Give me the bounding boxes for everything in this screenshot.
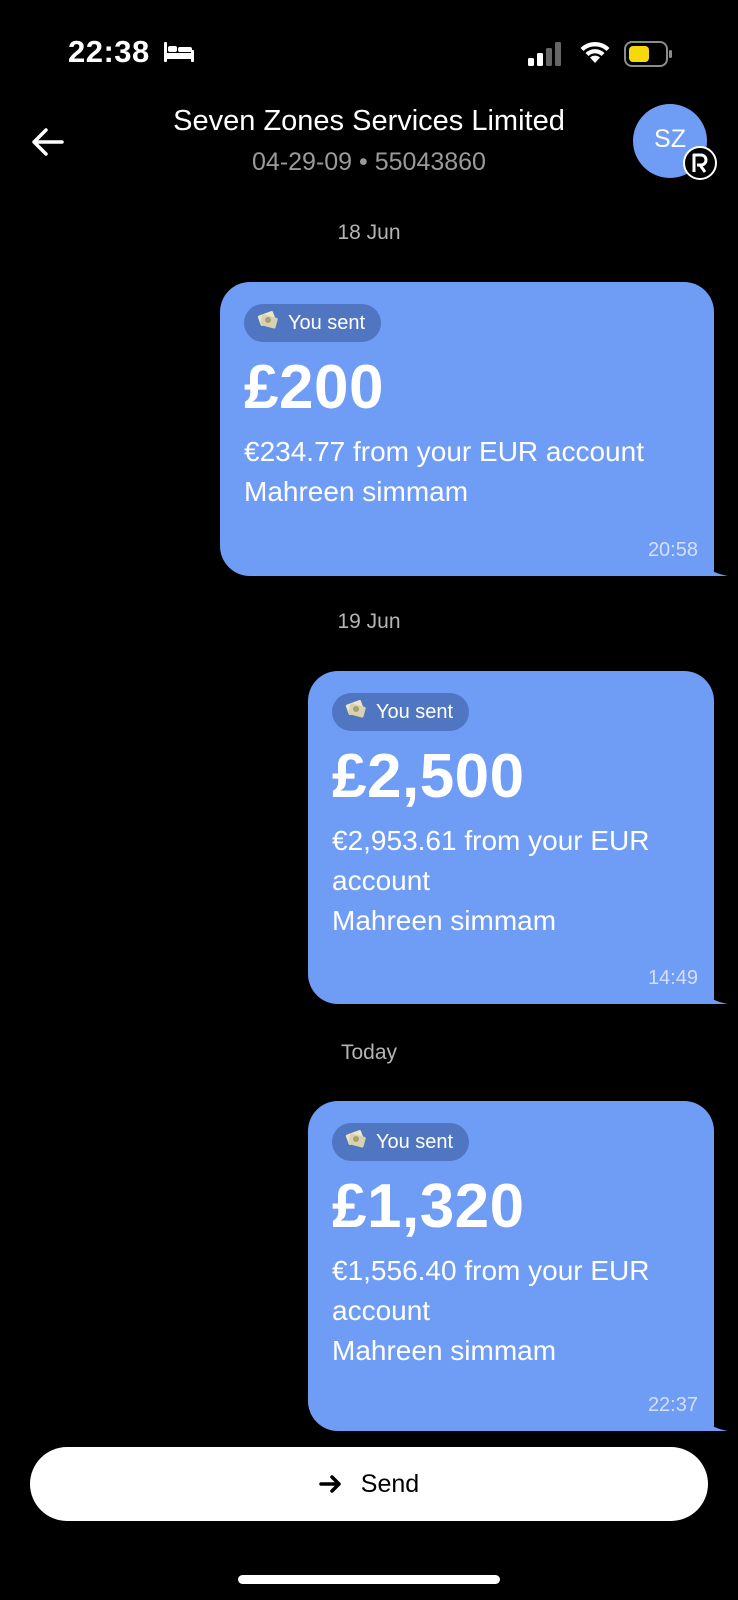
battery-icon <box>624 41 674 72</box>
send-label: Send <box>360 1469 420 1498</box>
transfer-details: €1,556.40 from your EUR account Mahreen … <box>332 1251 690 1371</box>
detail-line: Mahreen simmam <box>244 476 469 508</box>
amount: £2,500 <box>332 742 525 811</box>
detail-line: €1,556.40 from your EUR <box>332 1255 650 1287</box>
bed-icon <box>163 40 195 69</box>
message-time: 14:49 <box>647 967 698 989</box>
pill-label: You sent <box>376 1130 454 1153</box>
message-bubble[interactable]: You sent £2,500 €2,953.61 from your EUR … <box>308 671 728 1004</box>
revolut-r-icon <box>683 146 717 180</box>
bubble-tail <box>698 982 728 1004</box>
account-details: 04-29-09 • 55043860 <box>252 148 486 176</box>
detail-line: account <box>332 1295 431 1327</box>
detail-line: €2,953.61 from your EUR <box>332 825 650 857</box>
message-time: 20:58 <box>647 539 698 561</box>
date-separator: 19 Jun <box>337 610 401 633</box>
detail-line: account <box>332 865 431 897</box>
date-separator: Today <box>340 1041 398 1064</box>
wifi-icon <box>578 39 612 70</box>
send-button[interactable]: Send <box>30 1447 708 1521</box>
you-sent-pill: You sent <box>332 693 470 731</box>
signal-icon <box>528 42 564 71</box>
message-time: 22:37 <box>647 1394 698 1416</box>
money-icon <box>256 308 280 338</box>
pill-label: You sent <box>288 311 366 334</box>
status-time: 22:38 <box>68 34 150 69</box>
amount: £1,320 <box>332 1172 525 1241</box>
home-indicator[interactable] <box>238 1575 500 1584</box>
bubble-tail <box>698 554 728 576</box>
you-sent-pill: You sent <box>244 304 382 342</box>
avatar-initials: SZ <box>654 124 686 153</box>
transfer-details: €234.77 from your EUR account Mahreen si… <box>244 432 690 512</box>
detail-line: €234.77 from your EUR account <box>244 436 644 468</box>
transfer-details: €2,953.61 from your EUR account Mahreen … <box>332 821 690 941</box>
message-bubble[interactable]: You sent £1,320 €1,556.40 from your EUR … <box>308 1101 728 1431</box>
page-title: Seven Zones Services Limited <box>173 105 565 137</box>
amount: £200 <box>244 353 384 422</box>
detail-line: Mahreen simmam <box>332 905 557 937</box>
detail-line: Mahreen simmam <box>332 1335 557 1367</box>
you-sent-pill: You sent <box>332 1123 470 1161</box>
bubble-tail <box>698 1409 728 1431</box>
money-icon <box>344 697 368 727</box>
pill-label: You sent <box>376 700 454 723</box>
money-icon <box>344 1127 368 1157</box>
message-bubble[interactable]: You sent £200 €234.77 from your EUR acco… <box>220 282 728 576</box>
date-separator: 18 Jun <box>337 221 401 244</box>
arrow-right-icon <box>319 1475 341 1493</box>
